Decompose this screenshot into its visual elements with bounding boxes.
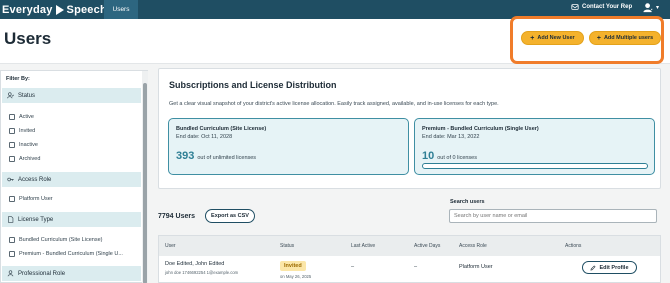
contact-rep-label: Contact Your Rep (582, 4, 633, 10)
user-email: john doe 1746692254 1@example.com (165, 270, 239, 275)
filter-option-label: Platform User (19, 196, 53, 202)
nav-tab-users[interactable]: Users (104, 0, 138, 19)
logo-text-left: Everyday (2, 3, 53, 16)
column-header-active-days[interactable]: Active Days (414, 243, 440, 249)
status-badge: Invited (280, 261, 306, 271)
column-header-actions: Actions (565, 243, 582, 249)
logo-text-right: Speech (66, 3, 107, 16)
edit-profile-button[interactable]: Edit Profile (582, 261, 637, 274)
search-users-input[interactable] (449, 209, 657, 223)
user-menu-button[interactable]: ▾ (643, 2, 659, 13)
license-end-date: End date: Oct 11, 2028 (176, 134, 233, 140)
person-icon (7, 270, 14, 277)
license-end-date: End date: Mar 13, 2022 (422, 134, 480, 140)
plus-icon: + (596, 34, 601, 42)
filter-option-label: Archived (19, 156, 41, 162)
license-count-number: 10 (422, 150, 435, 162)
page-title: Users (4, 29, 52, 48)
license-type-filter-header[interactable]: License Type (2, 212, 141, 227)
checkbox[interactable] (9, 196, 15, 202)
table-header: User Status Last Active Active Days Acce… (159, 236, 660, 256)
license-card-premium: Premium - Bundled Curriculum (Single Use… (414, 118, 655, 175)
license-type-filter-label: License Type (18, 216, 54, 223)
filter-option-label: Active (19, 114, 34, 120)
license-count: 10 out of 0 licenses (422, 150, 477, 162)
add-multiple-users-button[interactable]: + Add Multiple users (589, 31, 661, 45)
license-name: Premium - Bundled Curriculum (Single Use… (422, 126, 539, 132)
filter-option-active[interactable]: Active (9, 114, 34, 120)
users-table: User Status Last Active Active Days Acce… (158, 235, 661, 283)
play-triangle-icon (55, 4, 64, 15)
license-count-suffix: out of unlimited licenses (197, 155, 257, 161)
column-header-user[interactable]: User (165, 243, 176, 249)
checkbox[interactable] (9, 142, 15, 148)
add-new-user-button[interactable]: + Add New User (521, 31, 584, 45)
filter-option-premium-bundled[interactable]: Premium - Bundled Curriculum (Single U..… (9, 251, 123, 257)
phone-icon (571, 4, 579, 10)
license-count: 393 out of unlimited licenses (176, 150, 256, 162)
everyday-speech-logo[interactable]: Everyday Speech (0, 4, 107, 16)
filter-option-inactive[interactable]: Inactive (9, 142, 38, 148)
checkbox[interactable] (9, 128, 15, 134)
document-icon (8, 216, 14, 223)
edit-profile-label: Edit Profile (599, 264, 629, 271)
status-filter-header[interactable]: Status (2, 88, 141, 103)
user-name[interactable]: Doe Edited, John Edited (165, 261, 224, 267)
add-new-user-label: Add New User (537, 35, 575, 41)
access-role-value: Platform User (459, 264, 493, 270)
filter-sidebar: Filter By: Status Active Invited Inactiv… (0, 70, 148, 283)
checkbox[interactable] (9, 114, 15, 120)
active-days-value: – (414, 264, 418, 270)
subscriptions-title: Subscriptions and License Distribution (169, 80, 337, 90)
contact-rep-link[interactable]: Contact Your Rep (571, 3, 632, 11)
subscriptions-description: Get a clear visual snapshot of your dist… (169, 101, 499, 107)
access-role-filter-header[interactable]: Access Role (2, 172, 141, 187)
pencil-icon (590, 264, 597, 271)
subscriptions-card: Subscriptions and License Distribution G… (158, 68, 661, 189)
filter-option-label: Inactive (19, 142, 38, 148)
license-usage-bar (422, 163, 648, 169)
last-active-value: – (351, 264, 355, 270)
filter-by-label: Filter By: (6, 76, 30, 82)
chevron-down-icon: ▾ (656, 5, 660, 11)
column-header-access-role[interactable]: Access Role (459, 243, 487, 249)
professional-role-filter-label: Professional Role (18, 270, 66, 277)
column-header-last-active[interactable]: Last Active (351, 243, 375, 249)
filter-option-bundled-site[interactable]: Bundled Curriculum (Site License) (9, 237, 102, 243)
checkbox[interactable] (9, 237, 15, 243)
license-name: Bundled Curriculum (Site License) (176, 126, 267, 132)
access-role-filter-label: Access Role (18, 176, 52, 183)
status-date: on May 26, 2025 (280, 274, 312, 279)
license-count-suffix: out of 0 licenses (437, 155, 477, 161)
license-card-site: Bundled Curriculum (Site License) End da… (168, 118, 409, 175)
search-users-label: Search users (450, 199, 485, 205)
user-icon (643, 3, 653, 13)
filter-option-label: Bundled Curriculum (Site License) (19, 237, 103, 243)
add-multiple-users-label: Add Multiple users (603, 35, 654, 41)
filter-option-label: Invited (19, 128, 36, 134)
filter-option-invited[interactable]: Invited (9, 128, 35, 134)
professional-role-filter-header[interactable]: Professional Role (2, 266, 141, 281)
checkbox[interactable] (9, 156, 15, 162)
sidebar-scrollbar-thumb[interactable] (143, 83, 147, 283)
checkbox[interactable] (9, 251, 15, 257)
license-count-number: 393 (176, 150, 195, 162)
column-header-status[interactable]: Status (280, 243, 294, 249)
filter-option-label: Premium - Bundled Curriculum (Single U..… (19, 251, 123, 257)
filter-option-platform-user[interactable]: Platform User (9, 196, 53, 202)
export-csv-button[interactable]: Export as CSV (205, 209, 255, 223)
users-count: 7794 Users (158, 213, 195, 220)
filter-option-archived[interactable]: Archived (9, 156, 40, 162)
user-check-icon (7, 92, 14, 99)
users-section: 7794 Users Export as CSV Search users Us… (158, 195, 661, 283)
key-icon (7, 177, 14, 182)
status-filter-label: Status (18, 92, 36, 99)
plus-icon: + (530, 34, 535, 42)
